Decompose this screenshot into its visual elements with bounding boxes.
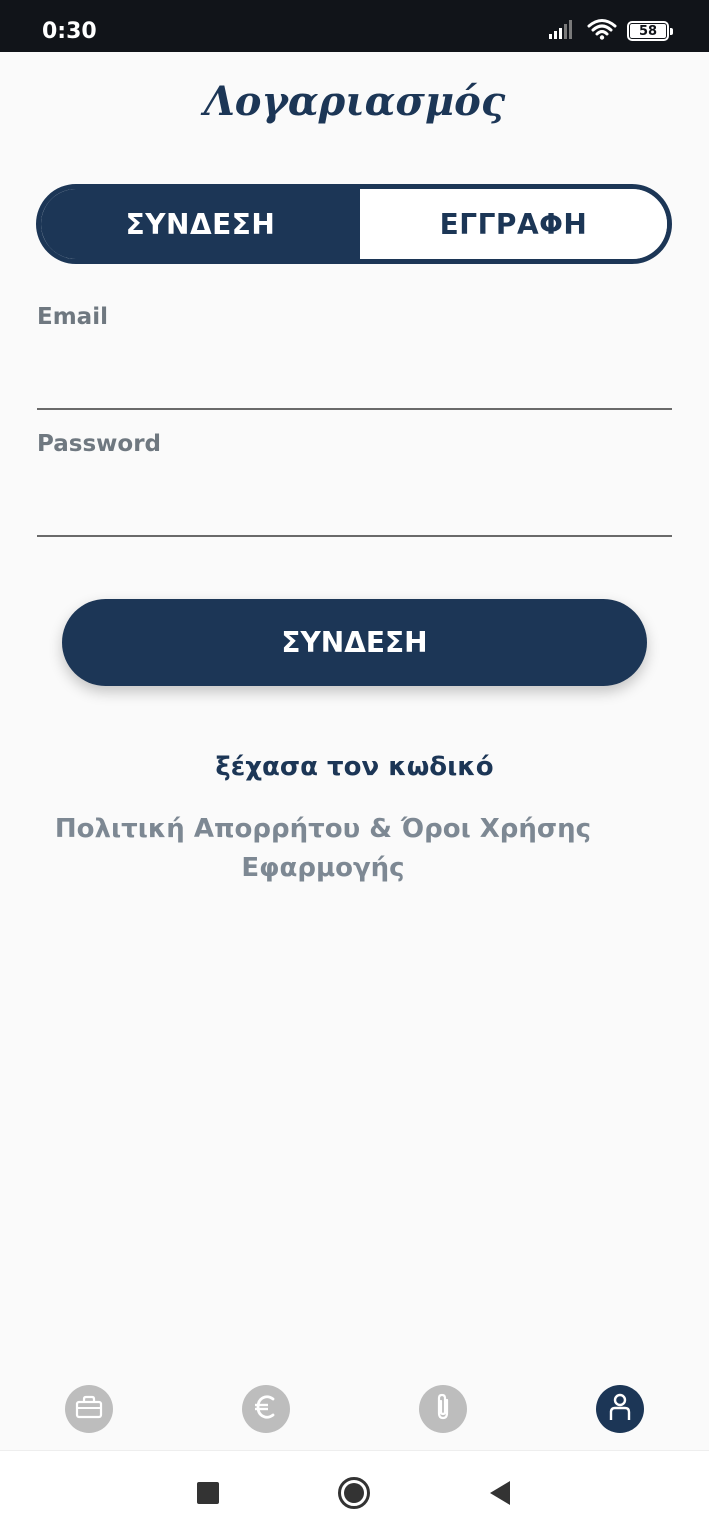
nav-item-payments[interactable] [242,1385,290,1433]
login-button[interactable]: ΣΥΝΔΕΣΗ [62,599,647,686]
status-bar: 0:30 58 [0,0,709,52]
status-time: 0:30 [42,19,97,44]
policy-link-line-2: Εφαρμογής [241,853,405,883]
auth-tabs: ΣΥΝΔΕΣΗ ΕΓΓΡΑΦΗ [36,184,672,264]
nav-item-attachments[interactable] [419,1385,467,1433]
signal-icon [549,19,577,43]
paperclip-icon [432,1392,454,1426]
battery-icon: 58 [627,21,673,41]
back-triangle-icon [488,1480,512,1510]
briefcase-icon [75,1395,103,1423]
password-field[interactable] [37,489,672,537]
bottom-nav [0,1370,709,1450]
forgot-password-link[interactable]: ξέχασα τον κωδικό [0,752,709,782]
email-field[interactable] [37,362,672,410]
back-button[interactable] [483,1478,517,1512]
policy-link-line-1: Πολιτική Απορρήτου & Όροι Χρήσης [54,814,592,844]
email-label: Email [37,304,108,330]
tab-login[interactable]: ΣΥΝΔΕΣΗ [41,189,360,259]
status-icons: 58 [549,16,673,46]
system-navigation-bar [0,1450,709,1536]
home-button[interactable] [337,1476,371,1514]
password-label: Password [37,431,161,457]
nav-item-briefcase[interactable] [65,1385,113,1433]
page-title: Λογαριασμός [203,78,506,125]
nav-item-account[interactable] [596,1385,644,1433]
euro-icon [253,1394,279,1424]
home-circle-icon [337,1476,371,1514]
recents-button[interactable] [191,1478,225,1512]
tab-register[interactable]: ΕΓΓΡΑΦΗ [360,189,667,259]
battery-level: 58 [638,23,658,39]
privacy-policy-link[interactable]: Πολιτική Απορρήτου & Όροι Χρήσης Εφαρμογ… [37,810,609,888]
wifi-icon [587,18,617,44]
square-icon [197,1482,219,1508]
user-icon [607,1392,633,1426]
